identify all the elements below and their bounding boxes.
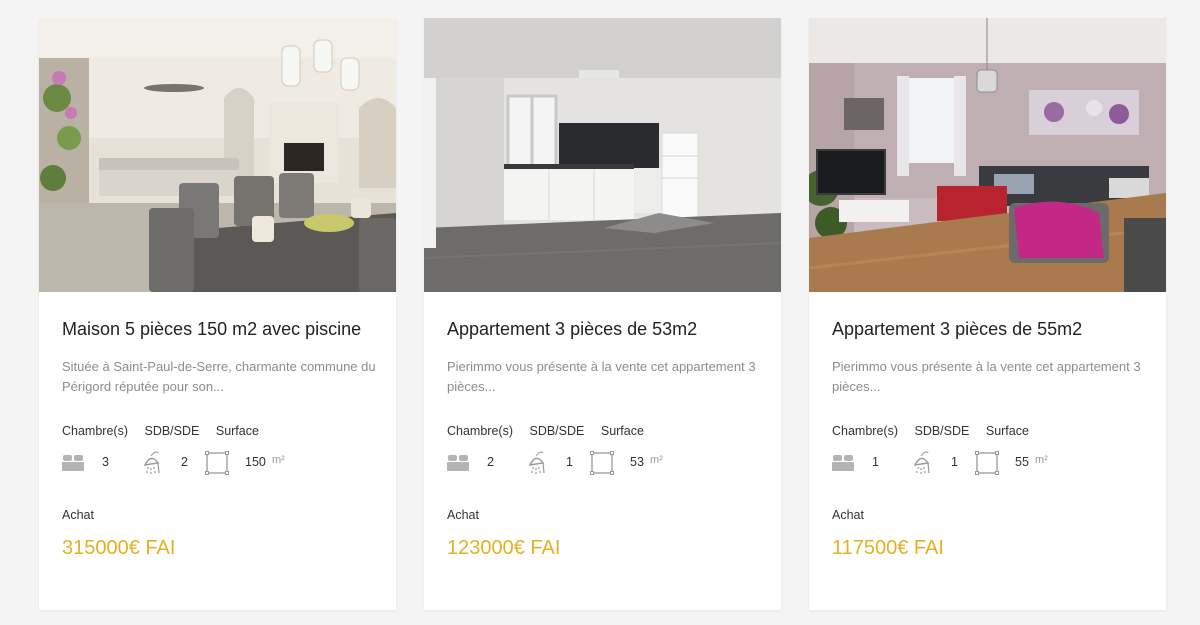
feature-values: 1 1 55 m² [832,451,1152,475]
bathrooms-value: 1 [566,455,573,469]
listing-price: 117500€ FAI [832,537,944,559]
listing-price: 315000€ FAI [62,537,176,559]
surface-label: Surface [600,424,644,438]
surface-value: 55 [1015,455,1029,469]
surface-icon [205,451,229,475]
transaction-type: Achat [832,508,864,522]
surface-icon [975,451,999,475]
bathrooms-value: 1 [951,455,958,469]
surface-label: Surface [215,424,259,438]
surface-unit: m² [1035,454,1048,466]
feature-values: 3 2 150 m² [62,451,382,475]
feature-labels: Chambre(s) SDB/SDE Surface [447,424,644,438]
listing-photo-living-dining[interactable] [39,18,396,292]
listing-photo-kitchen[interactable] [424,18,781,292]
feature-labels: Chambre(s) SDB/SDE Surface [832,424,1029,438]
surface-icon [590,451,614,475]
bedrooms-label: Chambre(s) [62,424,128,438]
bedrooms-label: Chambre(s) [447,424,513,438]
transaction-type: Achat [447,508,479,522]
listing-card[interactable]: Maison 5 pièces 150 m2 avec piscine Situ… [39,18,396,610]
bed-icon [447,451,469,473]
listing-card[interactable]: Appartement 3 pièces de 53m2 Pierimmo vo… [424,18,781,610]
bathrooms-label: SDB/SDE [914,424,970,438]
listing-price: 123000€ FAI [447,537,561,559]
transaction-type: Achat [62,508,94,522]
shower-icon [912,451,934,475]
bed-icon [832,451,854,473]
surface-unit: m² [272,454,285,466]
feature-labels: Chambre(s) SDB/SDE Surface [62,424,259,438]
shower-icon [527,451,549,475]
shower-icon [142,451,164,475]
surface-value: 150 [245,455,266,469]
listing-title[interactable]: Appartement 3 pièces de 53m2 [447,318,762,340]
bedrooms-label: Chambre(s) [832,424,898,438]
listing-description: Située à Saint-Paul-de-Serre, charmante … [62,359,376,394]
surface-label: Surface [985,424,1029,438]
listing-description: Pierimmo vous présente à la vente cet ap… [447,359,756,394]
bedrooms-value: 2 [487,455,494,469]
listing-title[interactable]: Maison 5 pièces 150 m2 avec piscine [62,318,377,340]
listing-description: Pierimmo vous présente à la vente cet ap… [832,359,1141,394]
listing-card[interactable]: Appartement 3 pièces de 55m2 Pierimmo vo… [809,18,1166,610]
surface-unit: m² [650,454,663,466]
bathrooms-value: 2 [181,455,188,469]
feature-values: 2 1 53 m² [447,451,767,475]
bedrooms-value: 3 [102,455,109,469]
bathrooms-label: SDB/SDE [529,424,585,438]
bedrooms-value: 1 [872,455,879,469]
listing-title[interactable]: Appartement 3 pièces de 55m2 [832,318,1147,340]
surface-value: 53 [630,455,644,469]
bed-icon [62,451,84,473]
bathrooms-label: SDB/SDE [144,424,200,438]
listing-photo-living-room[interactable] [809,18,1166,292]
